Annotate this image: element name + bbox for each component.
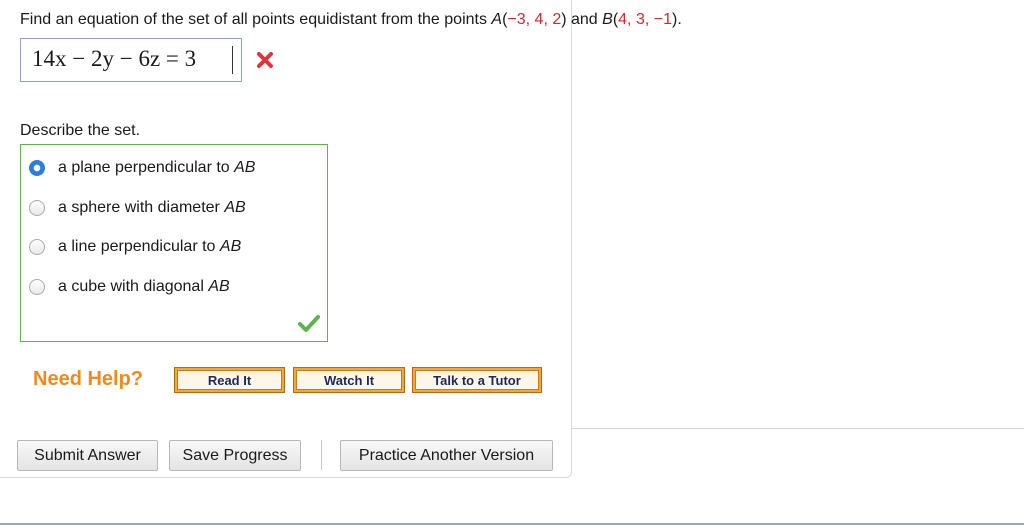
check-mark-icon — [298, 315, 320, 332]
button-separator — [321, 440, 322, 470]
watch-it-button[interactable]: Watch It — [293, 367, 405, 393]
point-b-label: B — [602, 11, 613, 28]
question-text: Find an equation of the set of all point… — [20, 11, 682, 28]
need-help-label: Need Help? — [33, 368, 144, 390]
point-a-label: A — [491, 11, 503, 28]
radio-checked-icon[interactable] — [29, 160, 45, 176]
read-it-button[interactable]: Read It — [174, 367, 285, 393]
choice-sphere[interactable]: a sphere with diameter AB — [21, 196, 246, 220]
bottom-divider — [0, 523, 1024, 525]
submit-answer-button[interactable]: Submit Answer — [17, 440, 158, 471]
talk-to-tutor-button[interactable]: Talk to a Tutor — [412, 367, 542, 393]
choice-cube[interactable]: a cube with diagonal AB — [21, 275, 230, 299]
choice-plane[interactable]: a plane perpendicular to AB — [21, 156, 255, 180]
point-a-coords: −3, 4, 2 — [507, 11, 562, 28]
divider — [572, 428, 1024, 429]
choice-group: a plane perpendicular to AB a sphere wit… — [20, 144, 328, 342]
radio-unchecked-icon[interactable] — [29, 279, 45, 295]
answer-input[interactable]: 14x − 2y − 6z = 3 — [20, 38, 242, 82]
save-progress-button[interactable]: Save Progress — [169, 440, 301, 471]
answer-value: 14x − 2y − 6z = 3 — [32, 46, 197, 71]
practice-another-version-button[interactable]: Practice Another Version — [340, 440, 553, 471]
describe-label: Describe the set. — [20, 122, 141, 139]
x-mark-icon — [257, 52, 273, 68]
radio-unchecked-icon[interactable] — [29, 200, 45, 216]
text-cursor — [232, 46, 233, 74]
point-b-coords: 4, 3, −1 — [618, 11, 672, 28]
choice-line[interactable]: a line perpendicular to AB — [21, 235, 241, 259]
radio-unchecked-icon[interactable] — [29, 239, 45, 255]
